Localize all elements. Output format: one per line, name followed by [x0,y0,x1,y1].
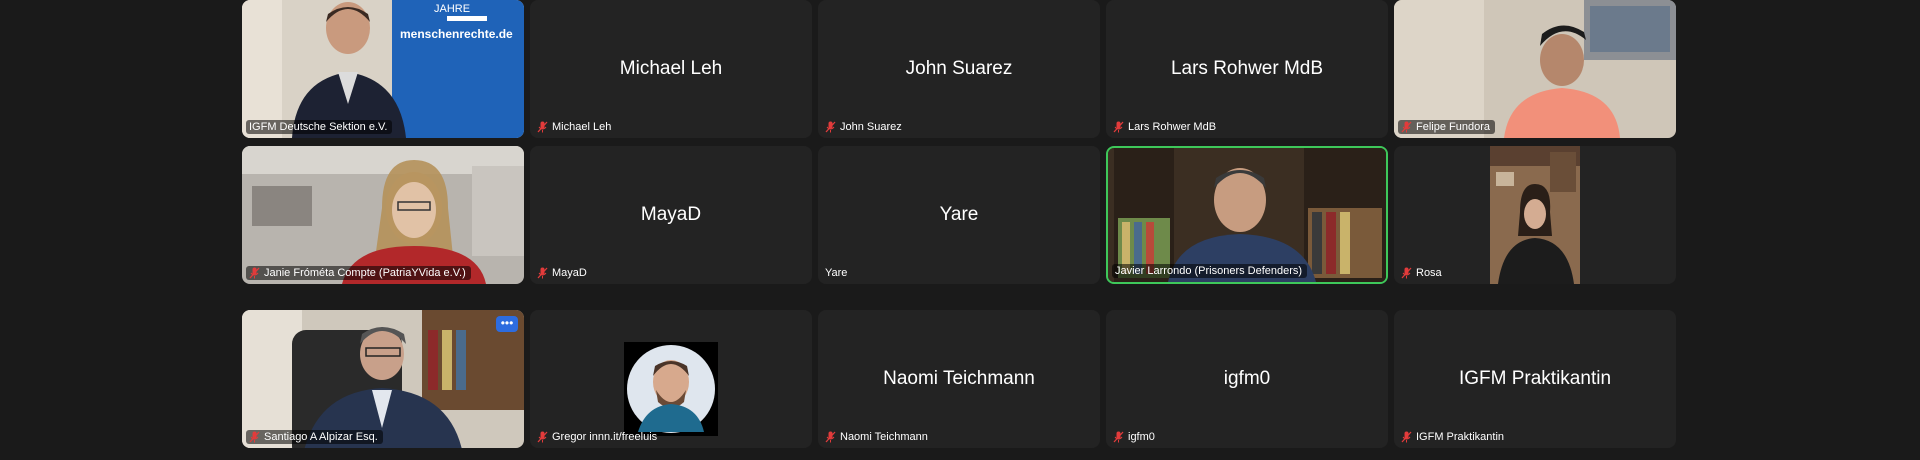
participant-label: MayaD [534,266,592,280]
participant-video [1394,0,1676,138]
mic-muted-icon [537,431,548,443]
video-gallery: JAHRE menschenrechte.de IGFM Deutsche Se… [0,0,1920,460]
participant-name: Michael Leh [552,121,612,133]
participant-label: Javier Larrondo (Prisoners Defenders) [1112,264,1308,278]
banner-top-text: JAHRE [434,3,470,15]
participant-name: igfm0 [1128,431,1155,443]
participant-display-name: Lars Rohwer MdB [1170,58,1324,79]
more-options-icon[interactable]: ••• [496,316,518,332]
participant-tile-igfm-praktikantin[interactable]: IGFM Praktikantin IGFM Praktikantin [1394,310,1676,448]
participant-label: John Suarez [822,120,907,134]
participant-name: Santiago A Alpizar Esq. [264,431,378,443]
participant-name: Naomi Teichmann [840,431,928,443]
mic-muted-icon [1401,267,1412,279]
participant-video [242,310,524,448]
participant-label: Gregor innn.it/freeluis [534,430,662,444]
participant-name: Rosa [1416,267,1442,279]
mic-muted-icon [249,431,260,443]
participant-name: IGFM Deutsche Sektion e.V. [249,121,388,133]
participant-display-name: MayaD [640,204,702,225]
participant-label: IGFM Praktikantin [1398,430,1509,444]
participant-tile-igfm[interactable]: JAHRE menschenrechte.de IGFM Deutsche Se… [242,0,524,138]
participant-display-name: Michael Leh [619,58,723,79]
participant-label: Janie Fróméta Compte (PatriaYVida e.V.) [246,266,471,280]
participant-tile-santiago-alpizar[interactable]: ••• Santiago A Alpizar Esq. [242,310,524,448]
participant-label: Michael Leh [534,120,616,134]
mic-muted-icon [825,431,836,443]
participant-label: Felipe Fundora [1398,120,1495,134]
avatar [624,342,718,436]
participant-tile-michael-leh[interactable]: Michael Leh Michael Leh [530,0,812,138]
participant-tile-yare[interactable]: Yare Yare [818,146,1100,284]
participant-label: Rosa [1398,266,1447,280]
mic-muted-icon [537,121,548,133]
participant-label: igfm0 [1110,430,1160,444]
participant-tile-lars-rohwer[interactable]: Lars Rohwer MdB Lars Rohwer MdB [1106,0,1388,138]
participant-label: IGFM Deutsche Sektion e.V. [246,120,393,134]
participant-tile-naomi-teichmann[interactable]: Naomi Teichmann Naomi Teichmann [818,310,1100,448]
participant-video: JAHRE menschenrechte.de [242,0,524,138]
participant-tile-janie-frometa[interactable]: Janie Fróméta Compte (PatriaYVida e.V.) [242,146,524,284]
participant-tile-igfm0[interactable]: igfm0 igfm0 [1106,310,1388,448]
mic-muted-icon [825,121,836,133]
participant-tile-felipe-fundora[interactable]: Felipe Fundora [1394,0,1676,138]
participant-name: John Suarez [840,121,902,133]
participant-name: Yare [825,267,848,279]
participant-label: Lars Rohwer MdB [1110,120,1221,134]
participant-tile-rosa[interactable]: Rosa [1394,146,1676,284]
participant-name: Javier Larrondo (Prisoners Defenders) [1115,265,1303,277]
participant-name: IGFM Praktikantin [1416,431,1505,443]
participant-display-name: John Suarez [905,58,1013,79]
mic-muted-icon [249,267,260,279]
participant-display-name: Naomi Teichmann [883,368,1035,389]
participant-label: Santiago A Alpizar Esq. [246,430,383,444]
participant-video [242,146,524,284]
mic-muted-icon [1113,121,1124,133]
mic-muted-icon [1401,121,1412,133]
participant-name: Janie Fróméta Compte (PatriaYVida e.V.) [264,267,466,279]
participant-name: MayaD [552,267,587,279]
participant-tile-gregor[interactable]: Gregor innn.it/freeluis [530,310,812,448]
participant-video [1490,146,1580,284]
mic-muted-icon [537,267,548,279]
participant-name: Gregor innn.it/freeluis [552,431,658,443]
banner-text: menschenrechte.de [400,27,513,41]
participant-label: Yare [822,266,852,280]
participant-display-name: IGFM Praktikantin [1458,368,1612,389]
participant-name: Lars Rohwer MdB [1128,121,1217,133]
participant-tile-mayad[interactable]: MayaD MayaD [530,146,812,284]
participant-video [1108,148,1386,282]
participant-display-name: Yare [939,204,979,225]
participant-display-name: igfm0 [1223,368,1271,389]
mic-muted-icon [1113,431,1124,443]
mic-muted-icon [1401,431,1412,443]
participant-tile-john-suarez[interactable]: John Suarez John Suarez [818,0,1100,138]
participant-name: Felipe Fundora [1416,121,1490,133]
participant-label: Naomi Teichmann [822,430,933,444]
participant-tile-javier-larrondo[interactable]: Javier Larrondo (Prisoners Defenders) [1106,146,1388,284]
